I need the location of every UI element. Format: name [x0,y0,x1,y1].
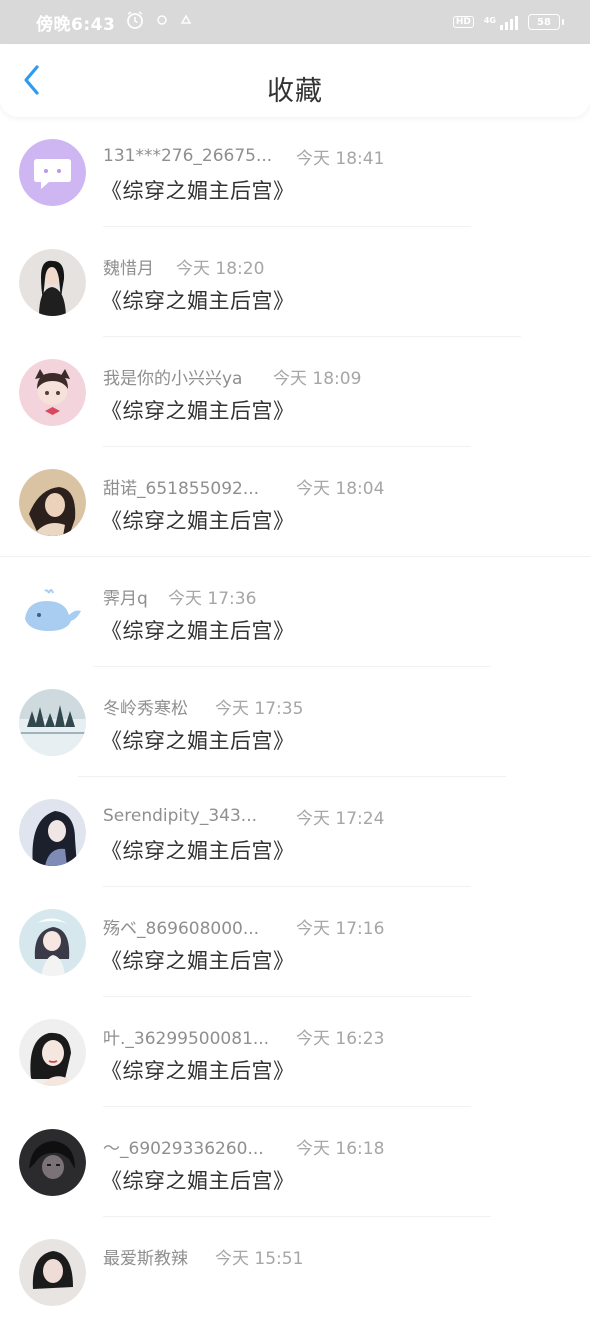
list-item[interactable]: 最爱斯教辣 今天 15:51 [0,1217,590,1327]
item-meta: 我是你的小兴兴ya 今天 18:09 [103,363,570,389]
avatar[interactable] [19,469,86,536]
user-name: 131***276_26675... [103,146,273,166]
timestamp: 今天 17:35 [215,698,304,719]
item-title: 《综穿之媚主后宫》 [101,399,295,423]
item-title: 《综穿之媚主后宫》 [101,729,295,753]
hd-icon: HD [452,16,474,28]
battery-icon: 58 [528,14,564,30]
avatar[interactable] [19,909,86,976]
user-name: 叶._36299500081... [103,1028,270,1049]
favorites-list: 131***276_26675... 今天 18:41 《综穿之媚主后宫》 魏惜… [0,117,590,1327]
user-name: 最爱斯教辣 [103,1248,188,1269]
item-meta: Serendipity_343... 今天 17:24 [103,803,570,829]
battery-level: 58 [537,16,551,28]
status-time: 傍晚6:43 [36,14,116,35]
timestamp: 今天 17:24 [296,808,385,829]
item-meta: 最爱斯教辣 今天 15:51 [103,1243,570,1269]
timestamp: 今天 16:18 [296,1138,385,1159]
item-meta: ～_69029336260... 今天 16:18 [103,1133,570,1159]
list-item[interactable]: ～_69029336260... 今天 16:18 《综穿之媚主后宫》 [0,1107,590,1217]
item-title: 《综穿之媚主后宫》 [101,509,295,533]
item-title: 《综穿之媚主后宫》 [101,619,295,643]
timestamp: 今天 17:16 [296,918,385,939]
alarm-icon [125,10,145,34]
timestamp: 今天 18:20 [176,258,265,279]
list-item[interactable]: Serendipity_343... 今天 17:24 《综穿之媚主后宫》 [0,777,590,887]
list-item[interactable]: 霁月q 今天 17:36 《综穿之媚主后宫》 [0,557,590,667]
timestamp: 今天 16:23 [296,1028,385,1049]
avatar[interactable] [19,1129,86,1196]
avatar[interactable] [19,139,86,206]
list-item[interactable]: 甜诺_651855092... 今天 18:04 《综穿之媚主后宫》 [0,447,590,557]
avatar[interactable] [19,799,86,866]
user-name: Serendipity_343... [103,806,258,826]
user-name: 甜诺_651855092... [103,478,260,499]
item-meta: 131***276_26675... 今天 18:41 [103,143,570,169]
item-meta: 冬岭秀寒松 今天 17:35 [103,693,570,719]
status-bar: 傍晚6:43 HD 4G 58 [0,0,590,44]
notification-icon [155,13,169,31]
page-title: 收藏 [267,76,323,107]
header: 收藏 [0,44,590,117]
list-item[interactable]: 131***276_26675... 今天 18:41 《综穿之媚主后宫》 [0,117,590,227]
item-title: 《综穿之媚主后宫》 [101,179,295,203]
user-name: 霁月q [103,588,148,609]
user-name: 魏惜月 [103,258,154,279]
avatar[interactable] [19,1239,86,1306]
user-name: 我是你的小兴兴ya [103,368,243,389]
signal-icon: 4G [484,14,518,30]
avatar[interactable] [19,249,86,316]
item-title: 《综穿之媚主后宫》 [101,949,295,973]
item-title: 《综穿之媚主后宫》 [101,839,295,863]
avatar[interactable] [19,579,86,646]
avatar[interactable] [19,1019,86,1086]
list-item[interactable]: 叶._36299500081... 今天 16:23 《综穿之媚主后宫》 [0,997,590,1107]
list-item[interactable]: 我是你的小兴兴ya 今天 18:09 《综穿之媚主后宫》 [0,337,590,447]
avatar[interactable] [19,359,86,426]
avatar[interactable] [19,689,86,756]
item-meta: 霁月q 今天 17:36 [103,583,570,609]
list-item[interactable]: 冬岭秀寒松 今天 17:35 《综穿之媚主后宫》 [0,667,590,777]
list-item[interactable]: 魏惜月 今天 18:20 《综穿之媚主后宫》 [0,227,590,337]
item-meta: 殇ベ_869608000... 今天 17:16 [103,913,570,939]
item-meta: 魏惜月 今天 18:20 [103,253,570,279]
user-name: ～_69029336260... [103,1138,264,1159]
user-name: 殇ベ_869608000... [103,918,260,939]
item-title: 《综穿之媚主后宫》 [101,1059,295,1083]
timestamp: 今天 18:41 [296,148,385,169]
timestamp: 今天 18:09 [273,368,362,389]
notification-icon-2 [179,13,193,31]
timestamp: 今天 18:04 [296,478,385,499]
user-name: 冬岭秀寒松 [103,698,188,719]
item-meta: 叶._36299500081... 今天 16:23 [103,1023,570,1049]
list-item[interactable]: 殇ベ_869608000... 今天 17:16 《综穿之媚主后宫》 [0,887,590,997]
item-meta: 甜诺_651855092... 今天 18:04 [103,473,570,499]
item-title: 《综穿之媚主后宫》 [101,1169,295,1193]
timestamp: 今天 17:36 [168,588,257,609]
network-type: 4G [483,16,496,25]
timestamp: 今天 15:51 [215,1248,304,1269]
item-title: 《综穿之媚主后宫》 [101,289,295,313]
